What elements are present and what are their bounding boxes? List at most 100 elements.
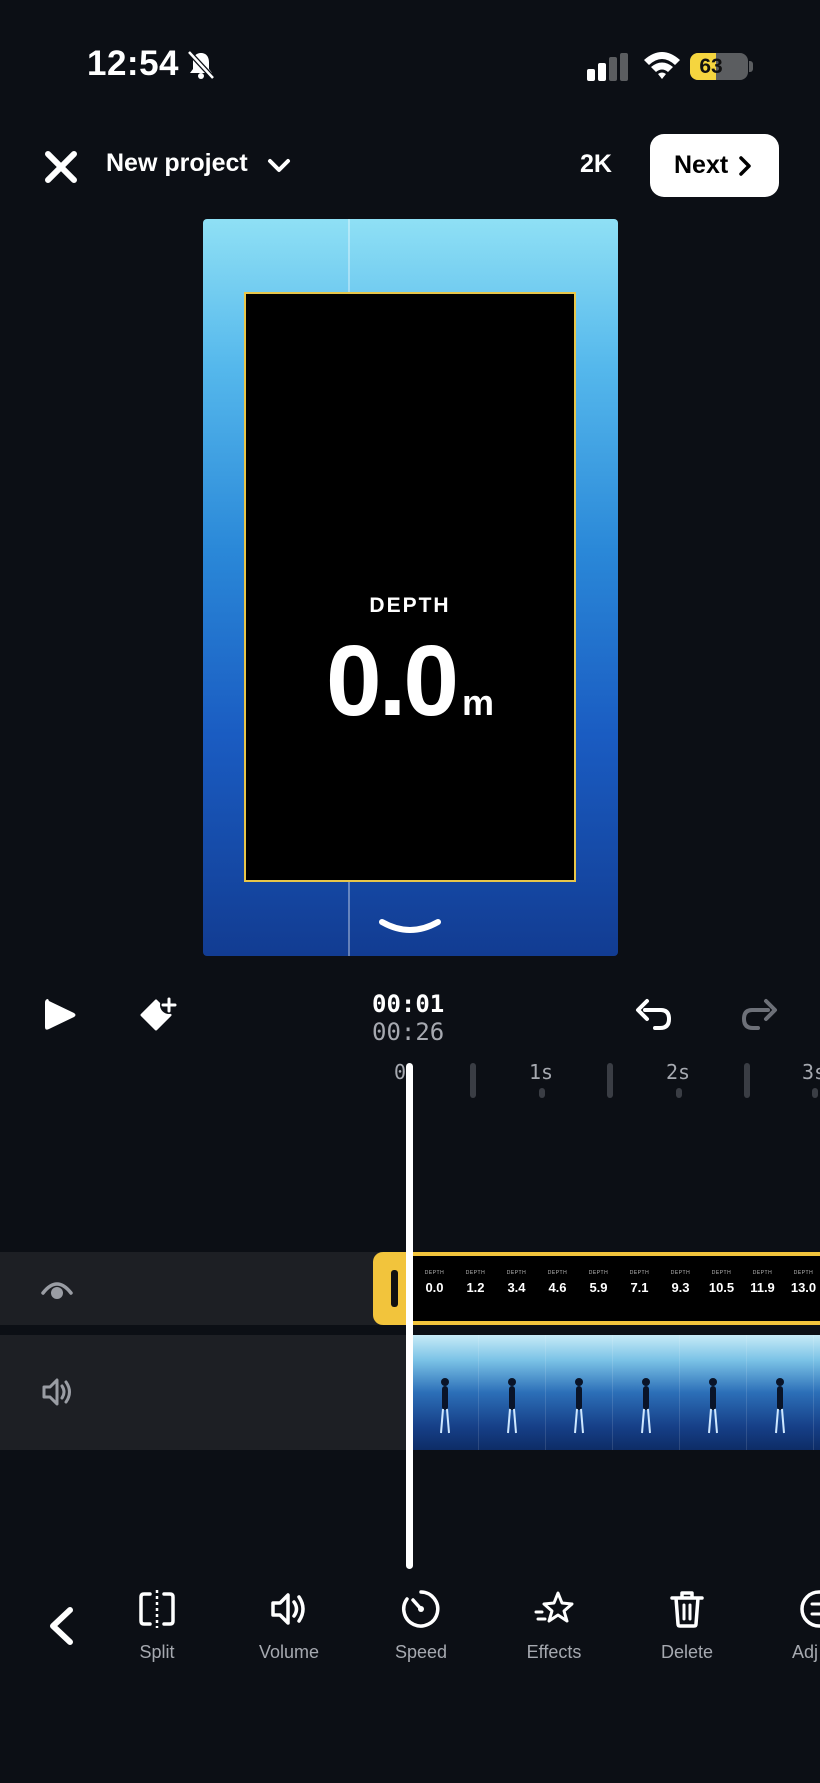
thumbnail-value: 5.9 xyxy=(589,1280,608,1295)
thumbnail-value: 3.4 xyxy=(507,1280,526,1295)
battery-percent: 63 xyxy=(699,55,723,78)
redo-icon[interactable] xyxy=(740,996,780,1034)
bell-muted-icon xyxy=(187,50,215,80)
diver-figure xyxy=(507,1378,517,1434)
adjust-button[interactable]: Adj xyxy=(764,1588,820,1663)
video-frame-thumbnail xyxy=(747,1335,814,1450)
status-time: 12:54 xyxy=(87,44,180,83)
ruler-tick xyxy=(607,1063,613,1098)
thumbnail-value: 10.5 xyxy=(708,1280,735,1295)
ruler-label: 3s xyxy=(802,1060,820,1084)
video-preview[interactable]: DEPTH 0.0 m xyxy=(203,219,618,956)
battery-indicator: 63 xyxy=(690,53,748,80)
diver-figure xyxy=(574,1378,584,1434)
adjust-icon xyxy=(800,1590,820,1628)
chevron-right-icon xyxy=(739,155,751,176)
overlay-clip[interactable]: DEPTH 0.0 DEPTH 1.2 DEPTH 3.4 DEPTH 4.6 DEPTH 5.9… xyxy=(410,1252,820,1325)
depth-number: 0.0 xyxy=(325,625,459,737)
video-frame-thumbnail xyxy=(479,1335,546,1450)
depth-value: 0.0 m xyxy=(246,624,574,739)
split-button[interactable]: Split xyxy=(107,1588,207,1663)
overlay-thumbnail: DEPTH 7.1 xyxy=(619,1270,660,1310)
video-clip[interactable] xyxy=(412,1335,820,1450)
overlay-thumbnail: DEPTH 5.9 xyxy=(578,1270,619,1310)
undo-icon[interactable] xyxy=(633,996,673,1034)
thumbnail-label: DEPTH xyxy=(588,1270,609,1276)
thumbnail-label: DEPTH xyxy=(711,1270,732,1276)
thumbnail-label: DEPTH xyxy=(506,1270,527,1276)
battery-cap xyxy=(749,61,753,72)
add-keyframe-icon[interactable] xyxy=(140,995,180,1035)
speed-button[interactable]: Speed xyxy=(371,1588,471,1663)
next-button[interactable]: Next xyxy=(650,134,779,197)
project-title[interactable]: New project xyxy=(106,149,248,178)
ruler-label: 1s xyxy=(529,1060,554,1084)
depth-unit: m xyxy=(462,682,495,723)
video-frame-thumbnail xyxy=(613,1335,680,1450)
diver-figure xyxy=(708,1378,718,1434)
thumbnail-label: DEPTH xyxy=(629,1270,650,1276)
ruler-tick xyxy=(744,1063,750,1098)
play-button[interactable] xyxy=(43,996,77,1034)
effects-label: Effects xyxy=(526,1642,582,1662)
back-chevron-icon[interactable] xyxy=(46,1606,76,1646)
thumbnail-label: DEPTH xyxy=(424,1270,445,1276)
close-button[interactable] xyxy=(40,146,82,188)
overlay-thumbnail: DEPTH 10.5 xyxy=(701,1270,742,1310)
adjust-label: Adj xyxy=(792,1642,819,1662)
volume-button[interactable]: Volume xyxy=(239,1588,339,1663)
overlay-thumbnail: DEPTH 0.0 xyxy=(414,1270,455,1310)
total-duration: 00:26 xyxy=(372,1018,445,1046)
ruler-tick xyxy=(812,1088,818,1098)
thumbnail-label: DEPTH xyxy=(752,1270,773,1276)
video-frame-thumbnail xyxy=(546,1335,613,1450)
delete-label: Delete xyxy=(660,1642,714,1662)
playhead[interactable] xyxy=(406,1063,413,1569)
effects-button[interactable]: Effects xyxy=(504,1588,604,1663)
thumbnail-value: 7.1 xyxy=(630,1280,649,1295)
split-label: Split xyxy=(139,1642,175,1662)
overlay-thumbnail: DEPTH 11.9 xyxy=(742,1270,783,1310)
diver-figure xyxy=(641,1378,651,1434)
thumbnail-label: DEPTH xyxy=(670,1270,691,1276)
wifi-icon xyxy=(644,52,680,79)
thumbnail-value: 9.3 xyxy=(671,1280,690,1295)
thumbnail-value: 13.0 xyxy=(790,1280,817,1295)
overlay-thumbnail: DEPTH 4.6 xyxy=(537,1270,578,1310)
overlay-thumbnail: DEPTH 3.4 xyxy=(496,1270,537,1310)
effects-icon xyxy=(534,1591,574,1623)
ruler-label: 2s xyxy=(666,1060,691,1084)
trim-grip xyxy=(391,1270,398,1307)
export-quality[interactable]: 2K xyxy=(580,150,612,179)
next-label: Next xyxy=(674,151,729,179)
video-frame-thumbnail xyxy=(680,1335,747,1450)
chevron-down-icon[interactable] xyxy=(266,156,292,176)
speaker-icon[interactable] xyxy=(40,1375,74,1409)
thumbnail-value: 11.9 xyxy=(750,1280,775,1295)
ruler-tick xyxy=(470,1063,476,1098)
collapse-chevron-icon[interactable] xyxy=(378,916,442,938)
video-frame-thumbnail xyxy=(412,1335,479,1450)
depth-label: DEPTH xyxy=(369,594,451,617)
thumbnail-value: 4.6 xyxy=(548,1280,567,1295)
thumbnail-label: DEPTH xyxy=(465,1270,486,1276)
thumbnail-value: 0.0 xyxy=(425,1280,444,1295)
volume-label: Volume xyxy=(258,1642,320,1662)
delete-button[interactable]: Delete xyxy=(637,1588,737,1663)
speed-label: Speed xyxy=(394,1642,448,1662)
speed-icon xyxy=(402,1590,440,1628)
visibility-icon[interactable] xyxy=(40,1272,74,1306)
ruler-label: 0 xyxy=(394,1060,407,1084)
overlay-frame[interactable]: DEPTH 0.0 m xyxy=(244,292,576,882)
diver-figure xyxy=(440,1378,450,1434)
thumbnail-label: DEPTH xyxy=(793,1270,814,1276)
thumbnail-value: 1.2 xyxy=(466,1280,485,1295)
ruler-tick xyxy=(676,1088,682,1098)
overlay-thumbnail: DEPTH 1.2 xyxy=(455,1270,496,1310)
delete-icon xyxy=(670,1591,704,1628)
current-time: 00:01 xyxy=(372,990,445,1018)
thumbnail-label: DEPTH xyxy=(547,1270,568,1276)
volume-icon xyxy=(271,1593,305,1625)
overlay-thumbnail: DEPTH 13.0 xyxy=(783,1270,820,1310)
cellular-signal-icon xyxy=(587,53,628,81)
